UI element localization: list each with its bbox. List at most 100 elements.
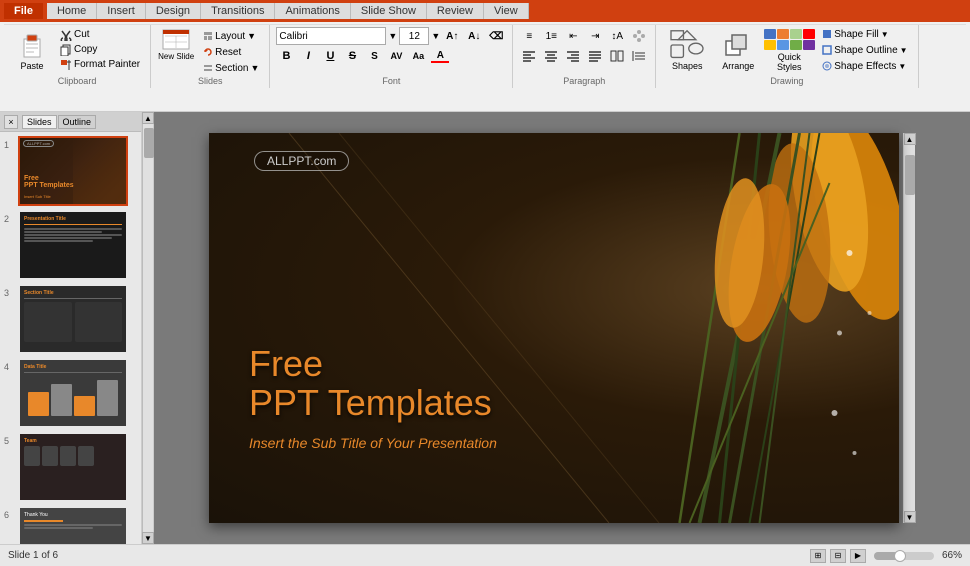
section-label: Section [215,63,248,74]
slides-list: 1 ALLPPT.com FreePPT Templates Insert Su… [0,132,141,544]
bold-button[interactable]: B [276,47,296,65]
slide-preview-6[interactable]: Thank You [18,506,128,544]
edit-scroll-up[interactable]: ▲ [904,133,916,145]
scroll-thumb[interactable] [144,128,154,158]
slides-label: Slides [151,76,269,86]
italic-button[interactable]: I [298,47,318,65]
increase-font-button[interactable]: A↑ [442,27,462,45]
slide-panel-scrollbar[interactable]: ▲ ▼ [142,112,154,544]
font-size-dropdown[interactable]: ▼ [431,31,440,41]
ribbon: Paste Cut Copy Format Painter [0,22,970,112]
font-color-button[interactable]: A [430,47,450,65]
shape-outline-button[interactable]: Shape Outline ▼ [818,43,911,57]
shadow-button[interactable]: S [364,47,384,65]
slide-preview-4[interactable]: Data Title [18,358,128,428]
decrease-indent-button[interactable]: ⇤ [563,27,583,45]
ribbon-tabs: Home Insert Design Transitions Animation… [47,3,529,19]
paragraph-group: ≡ 1≡ ⇤ ⇥ ↕A [513,25,656,88]
shapes-button[interactable]: Shapes [662,28,712,72]
view-normal[interactable]: ⊞ [810,549,826,563]
slide-preview-3[interactable]: Section Title [18,284,128,354]
edit-scroll-thumb-v[interactable] [905,155,915,195]
slide-panel: × Slides Outline 1 ALLPPT.com FreePPT Te… [0,112,142,544]
new-slide-button[interactable]: New Slide [157,27,195,71]
main-area: × Slides Outline 1 ALLPPT.com FreePPT Te… [0,112,970,544]
editing-area: ALLPPT.com Free PPT Templates Insert the… [154,112,970,544]
slide-thumb-5[interactable]: 5 Team [4,432,137,502]
numbering-button[interactable]: 1≡ [541,27,561,45]
arrange-button[interactable]: Arrange [716,28,760,72]
slides-tab[interactable]: Slides [22,115,57,129]
convert-smartart-button[interactable] [629,27,649,45]
copy-button[interactable]: Copy [56,43,144,57]
quick-styles-button[interactable]: Quick Styles [764,28,814,72]
font-size-input[interactable] [399,27,429,45]
slide-thumb-4[interactable]: 4 Data Title [4,358,137,428]
tab-review[interactable]: Review [427,3,484,19]
panel-close[interactable]: × [4,115,18,129]
align-left-button[interactable] [519,47,539,65]
shape-fill-button[interactable]: Shape Fill ▼ [818,27,911,41]
font-name-input[interactable] [276,27,386,45]
view-reading[interactable]: ▶ [850,549,866,563]
tab-insert[interactable]: Insert [97,3,146,19]
increase-indent-button[interactable]: ⇥ [585,27,605,45]
slide-thumb-6[interactable]: 6 Thank You [4,506,137,544]
tab-transitions[interactable]: Transitions [201,3,275,19]
tab-slideshow[interactable]: Slide Show [351,3,427,19]
layout-button[interactable]: Layout ▼ [199,29,263,43]
section-button[interactable]: Section ▼ [199,61,263,75]
slide-title-line1: Free [249,344,492,384]
change-case-button[interactable]: Aa [408,47,428,65]
cut-button[interactable]: Cut [56,28,144,42]
tab-design[interactable]: Design [146,3,201,19]
slide-canvas[interactable]: ALLPPT.com Free PPT Templates Insert the… [209,133,899,523]
shape-effects-button[interactable]: Shape Effects ▼ [818,59,911,73]
zoom-slider-thumb[interactable] [894,550,906,562]
slide-preview-2[interactable]: Presentation Title [18,210,128,280]
slide-subtitle-container[interactable]: Insert the Sub Title of Your Presentatio… [249,435,497,451]
bullets-button[interactable]: ≡ [519,27,539,45]
strikethrough-button[interactable]: S [342,47,362,65]
align-right-button[interactable] [563,47,583,65]
slide-thumb-3[interactable]: 3 Section Title [4,284,137,354]
char-spacing-button[interactable]: AV [386,47,406,65]
format-painter-button[interactable]: Format Painter [56,58,144,72]
clear-formatting-button[interactable]: ⌫ [486,27,506,45]
slide-preview-5[interactable]: Team [18,432,128,502]
paste-button[interactable]: Paste [10,28,54,72]
underline-button[interactable]: U [320,47,340,65]
view-slide-sorter[interactable]: ⊟ [830,549,846,563]
scroll-down-arrow[interactable]: ▼ [142,532,154,544]
tab-animations[interactable]: Animations [275,3,350,19]
panel-controls: × [4,115,18,129]
tab-home[interactable]: Home [47,3,97,19]
tab-view[interactable]: View [484,3,529,19]
slide-subtitle-text: Insert the Sub Title of Your Presentatio… [249,435,497,451]
editing-area-scrollbar-v[interactable]: ▲ ▼ [903,133,915,523]
font-label: Font [270,76,512,86]
slide-thumb-1[interactable]: 1 ALLPPT.com FreePPT Templates Insert Su… [4,136,137,206]
slide-preview-1[interactable]: ALLPPT.com FreePPT Templates Insert Sub … [18,136,128,206]
slide-thumb-2[interactable]: 2 Presentation Title [4,210,137,280]
line-spacing-button[interactable] [629,47,649,65]
copy-label: Copy [74,44,97,55]
slide-title-line2: PPT Templates [249,383,492,423]
text-direction-button[interactable]: ↕A [607,27,627,45]
slide-title-container[interactable]: Free PPT Templates [249,344,492,423]
align-center-button[interactable] [541,47,561,65]
edit-scroll-down[interactable]: ▼ [904,511,916,523]
decrease-font-button[interactable]: A↓ [464,27,484,45]
file-tab[interactable]: File [4,3,43,19]
justify-button[interactable] [585,47,605,65]
reset-button[interactable]: Reset [199,45,263,59]
font-name-dropdown[interactable]: ▼ [388,31,397,41]
outline-tab[interactable]: Outline [58,115,97,129]
columns-button[interactable] [607,47,627,65]
zoom-slider[interactable] [874,552,934,560]
slide-count: Slide 1 of 6 [8,550,58,561]
scroll-up-arrow[interactable]: ▲ [142,112,154,124]
drawing-label: Drawing [656,76,917,86]
slide-num-6: 6 [4,510,14,520]
shape-options: Shape Fill ▼ Shape Outline ▼ Shape Effec… [818,27,911,73]
